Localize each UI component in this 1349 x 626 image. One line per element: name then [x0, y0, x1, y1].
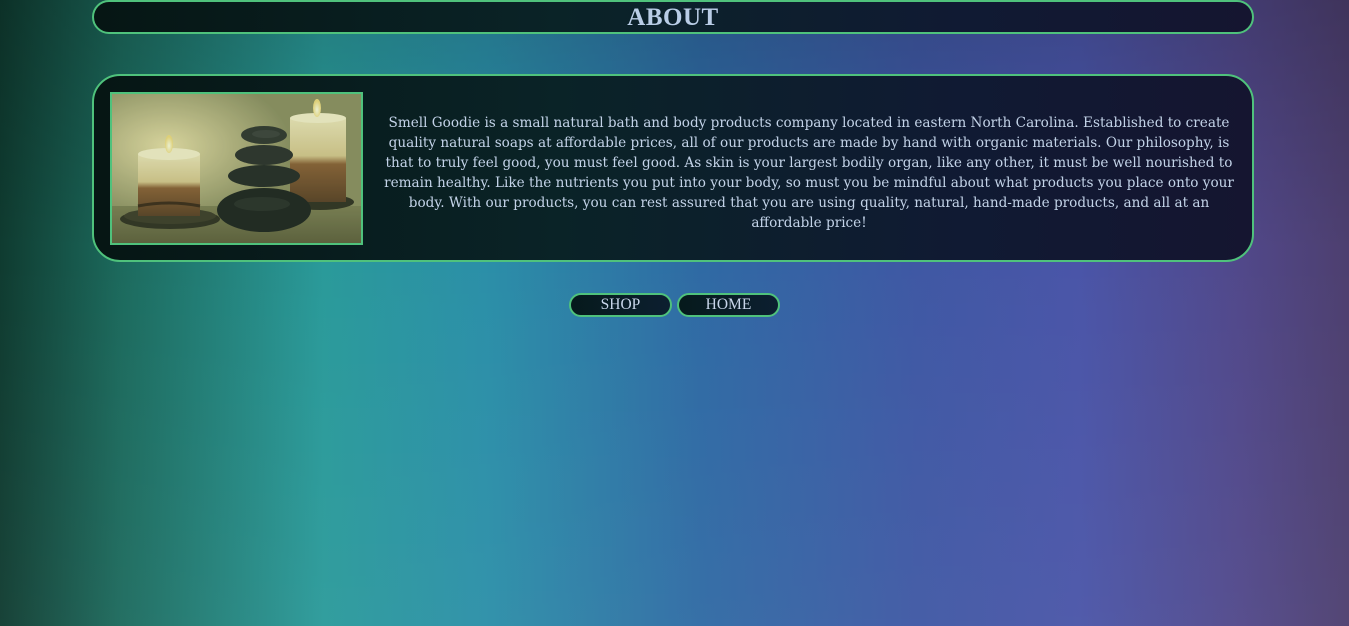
page-header: ABOUT — [92, 0, 1254, 34]
nav-buttons: SHOP HOME — [569, 293, 780, 317]
about-description: Smell Goodie is a small natural bath and… — [384, 115, 1234, 231]
candles-stones-photo — [110, 92, 363, 245]
home-button[interactable]: HOME — [677, 293, 780, 317]
page-title: ABOUT — [627, 4, 719, 31]
shop-button[interactable]: SHOP — [569, 293, 672, 317]
about-card: Smell Goodie is a small natural bath and… — [92, 74, 1254, 262]
